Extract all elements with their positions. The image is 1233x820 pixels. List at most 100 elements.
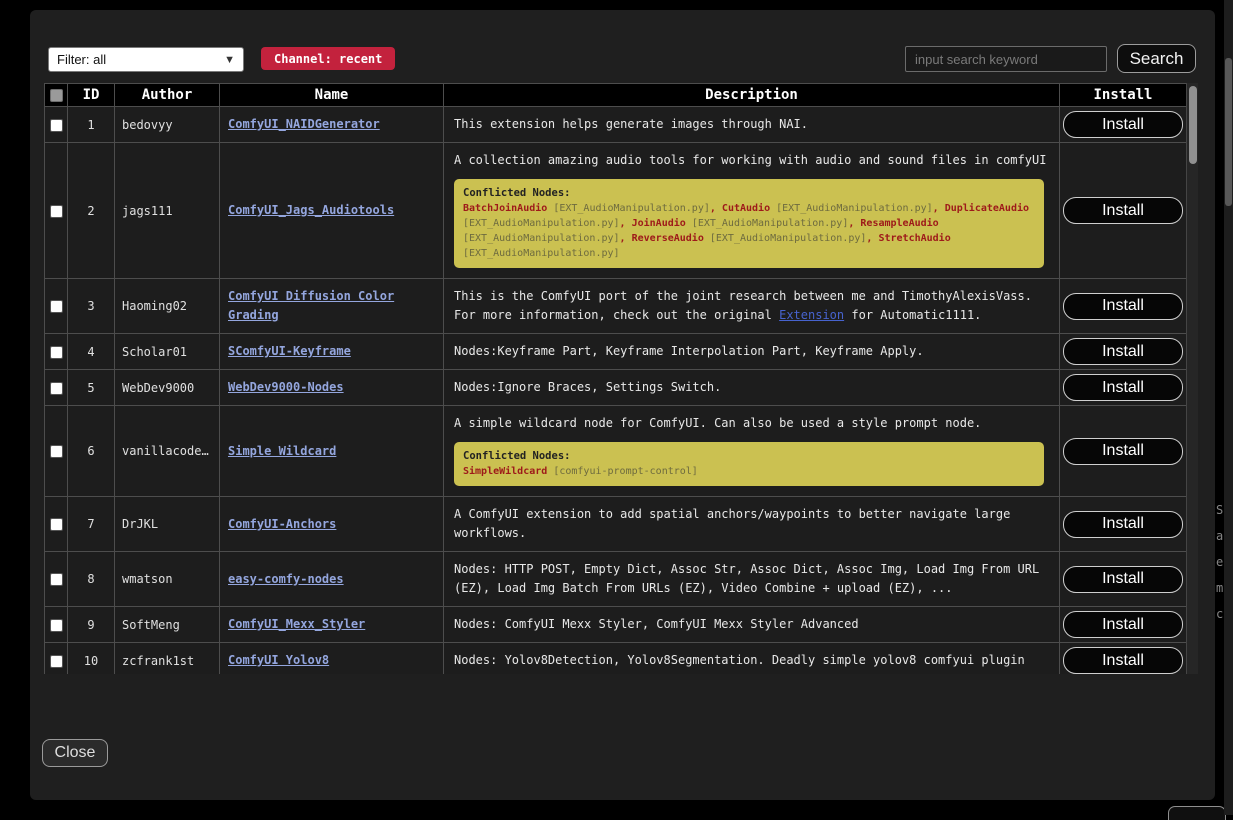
header-description: Description — [444, 84, 1060, 107]
row-author: SoftMeng — [115, 607, 220, 643]
row-id: 5 — [68, 370, 115, 406]
row-checkbox[interactable] — [50, 205, 63, 218]
clipped-background-letter: c — [1216, 607, 1223, 621]
conflict-node-name: ReverseAudio — [632, 233, 704, 244]
table-row: 10zcfrank1st ComfyUI Yolov8 Nodes: Yolov8D… — [45, 643, 1187, 675]
row-checkbox[interactable] — [50, 655, 63, 668]
row-description-cell: Nodes: HTTP POST, Empty Dict, Assoc Str,… — [444, 552, 1060, 607]
row-checkbox[interactable] — [50, 573, 63, 586]
row-name-cell: SComfyUI-Keyframe — [220, 334, 444, 370]
description-link[interactable]: Extension — [779, 308, 844, 322]
clipped-background-letter: e — [1216, 555, 1223, 569]
conflict-node-name: BatchJoinAudio — [463, 203, 547, 214]
conflict-box: Conflicted Nodes:SimpleWildcard [comfyui… — [454, 442, 1044, 486]
node-name-link[interactable]: ComfyUI Yolov8 — [228, 653, 329, 667]
table-scrollbar[interactable] — [1186, 83, 1198, 674]
row-author: zcfrank1st — [115, 643, 220, 675]
row-install-cell: Install — [1060, 279, 1187, 334]
conflict-node-source: [EXT_AudioManipulation.py] — [463, 248, 620, 259]
install-button[interactable]: Install — [1063, 338, 1183, 365]
install-button[interactable]: Install — [1063, 438, 1183, 465]
row-author: jags111 — [115, 143, 220, 279]
header-id: ID — [68, 84, 115, 107]
row-install-cell: Install — [1060, 497, 1187, 552]
install-button[interactable]: Install — [1063, 511, 1183, 538]
search-input[interactable] — [905, 46, 1107, 72]
close-button[interactable]: Close — [42, 739, 108, 767]
node-name-link[interactable]: easy-comfy-nodes — [228, 572, 344, 586]
install-button[interactable]: Install — [1063, 111, 1183, 138]
install-button[interactable]: Install — [1063, 374, 1183, 401]
row-checkbox[interactable] — [50, 619, 63, 632]
search-button[interactable]: Search — [1117, 44, 1196, 73]
row-id: 4 — [68, 334, 115, 370]
row-name-cell: ComfyUI-Anchors — [220, 497, 444, 552]
row-checkbox[interactable] — [50, 119, 63, 132]
node-name-link[interactable]: ComfyUI_Jags_Audiotools — [228, 203, 394, 217]
row-checkbox[interactable] — [50, 445, 63, 458]
row-select-cell — [45, 279, 68, 334]
row-description-cell: Nodes:Ignore Braces, Settings Switch. — [444, 370, 1060, 406]
page-scrollbar[interactable] — [1224, 0, 1233, 815]
row-description-cell: This extension helps generate images thr… — [444, 107, 1060, 143]
row-name-cell: easy-comfy-nodes — [220, 552, 444, 607]
conflict-list: BatchJoinAudio [EXT_AudioManipulation.py… — [463, 201, 1035, 261]
row-author: DrJKL — [115, 497, 220, 552]
table-row: 3Haoming02ComfyUI Diffusion Color Gradin… — [45, 279, 1187, 334]
table-row: 4Scholar01SComfyUI-KeyframeNodes:Keyfram… — [45, 334, 1187, 370]
row-author: vanillacode… — [115, 406, 220, 497]
row-description: Nodes: Yolov8Detection, Yolov8Segmentati… — [454, 651, 1049, 670]
filter-select-value: Filter: all — [57, 52, 106, 67]
row-name-cell: WebDev9000-Nodes — [220, 370, 444, 406]
row-id: 10 — [68, 643, 115, 675]
row-select-cell — [45, 334, 68, 370]
partial-button[interactable] — [1168, 806, 1226, 820]
row-description: This extension helps generate images thr… — [454, 115, 1049, 134]
row-description: Nodes:Ignore Braces, Settings Switch. — [454, 378, 1049, 397]
header-install: Install — [1060, 84, 1187, 107]
row-checkbox[interactable] — [50, 346, 63, 359]
conflict-node-name: CutAudio — [722, 203, 770, 214]
header-name: Name — [220, 84, 444, 107]
node-name-link[interactable]: ComfyUI-Anchors — [228, 517, 336, 531]
table-scrollbar-thumb[interactable] — [1189, 86, 1197, 164]
select-all-checkbox[interactable] — [50, 89, 63, 102]
row-select-cell — [45, 107, 68, 143]
row-description-cell: Nodes: ComfyUI Mexx Styler, ComfyUI Mexx… — [444, 607, 1060, 643]
row-description-cell: This is the ComfyUI port of the joint re… — [444, 279, 1060, 334]
node-name-link[interactable]: SComfyUI-Keyframe — [228, 344, 351, 358]
page-scrollbar-thumb[interactable] — [1225, 58, 1232, 206]
row-id: 1 — [68, 107, 115, 143]
row-install-cell: Install — [1060, 607, 1187, 643]
filter-select[interactable]: Filter: all ▼ — [48, 47, 244, 72]
row-id: 7 — [68, 497, 115, 552]
row-checkbox[interactable] — [50, 518, 63, 531]
conflict-node-name: ResampleAudio — [860, 218, 938, 229]
node-name-link[interactable]: ComfyUI Diffusion Color Grading — [228, 289, 394, 322]
row-description-cell: A ComfyUI extension to add spatial ancho… — [444, 497, 1060, 552]
nodes-table: ID Author Name Description Install 1bedo… — [44, 83, 1187, 674]
conflict-list: SimpleWildcard [comfyui-prompt-control] — [463, 464, 1035, 479]
row-id: 9 — [68, 607, 115, 643]
row-install-cell: Install — [1060, 334, 1187, 370]
row-checkbox[interactable] — [50, 382, 63, 395]
row-description-cell: Nodes: Yolov8Detection, Yolov8Segmentati… — [444, 643, 1060, 675]
conflict-node-name: JoinAudio — [632, 218, 686, 229]
install-button[interactable]: Install — [1063, 611, 1183, 638]
install-button[interactable]: Install — [1063, 566, 1183, 593]
row-author: Haoming02 — [115, 279, 220, 334]
table-row: 9SoftMeng ComfyUI_Mexx_Styler Nodes: Comfy… — [45, 607, 1187, 643]
channel-badge: Channel: recent — [261, 47, 395, 70]
node-name-link[interactable]: ComfyUI_Mexx_Styler — [228, 617, 365, 631]
row-description-cell: A collection amazing audio tools for wor… — [444, 143, 1060, 279]
install-button[interactable]: Install — [1063, 197, 1183, 224]
row-install-cell: Install — [1060, 643, 1187, 675]
table-row: 6vanillacode…Simple WildcardA simple wil… — [45, 406, 1187, 497]
install-button[interactable]: Install — [1063, 647, 1183, 674]
node-name-link[interactable]: ComfyUI_NAIDGenerator — [228, 117, 380, 131]
table-row: 5WebDev9000WebDev9000-NodesNodes:Ignore … — [45, 370, 1187, 406]
node-name-link[interactable]: Simple Wildcard — [228, 444, 336, 458]
node-name-link[interactable]: WebDev9000-Nodes — [228, 380, 344, 394]
install-button[interactable]: Install — [1063, 293, 1183, 320]
row-checkbox[interactable] — [50, 300, 63, 313]
